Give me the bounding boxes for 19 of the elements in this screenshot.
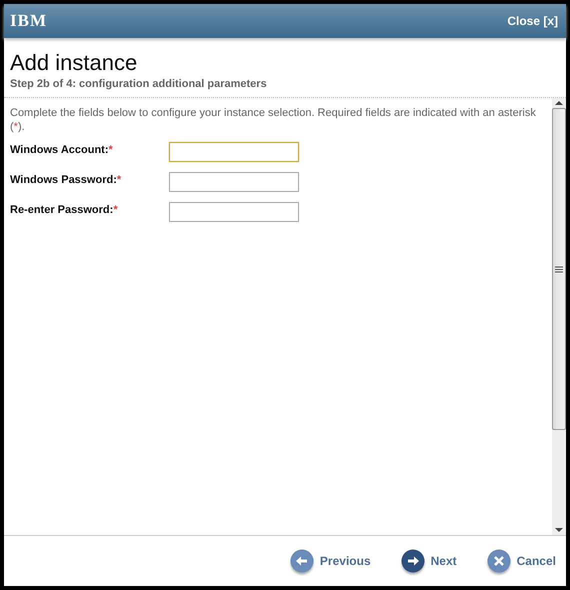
close-link[interactable]: Close [x] bbox=[507, 14, 558, 28]
cancel-button[interactable]: Cancel bbox=[486, 549, 556, 573]
arrow-right-icon[interactable] bbox=[400, 549, 425, 573]
dialog-title: Add instance bbox=[10, 50, 138, 76]
arrow-left-icon[interactable] bbox=[290, 549, 314, 573]
previous-button[interactable]: Previous bbox=[290, 549, 371, 573]
scrollbar[interactable] bbox=[552, 98, 566, 535]
next-button[interactable]: Next bbox=[400, 549, 457, 573]
field-label: Windows Account:* bbox=[10, 144, 114, 156]
logo: IBM bbox=[10, 11, 47, 31]
scroll-thumb[interactable] bbox=[552, 108, 566, 430]
input-field[interactable] bbox=[169, 172, 299, 192]
step-subtitle: Step 2b of 4: configuration additional parameters bbox=[10, 78, 268, 90]
input-field[interactable] bbox=[169, 142, 299, 162]
instructions-text: Complete the fields below to configure your instance selection. Required fields are indicated with an asterisk (*). bbox=[10, 106, 537, 134]
field-label: Re-enter Password:* bbox=[10, 204, 119, 216]
close-icon[interactable] bbox=[486, 549, 511, 573]
field-label: Windows Password:* bbox=[10, 174, 122, 186]
input-field[interactable] bbox=[169, 202, 299, 222]
